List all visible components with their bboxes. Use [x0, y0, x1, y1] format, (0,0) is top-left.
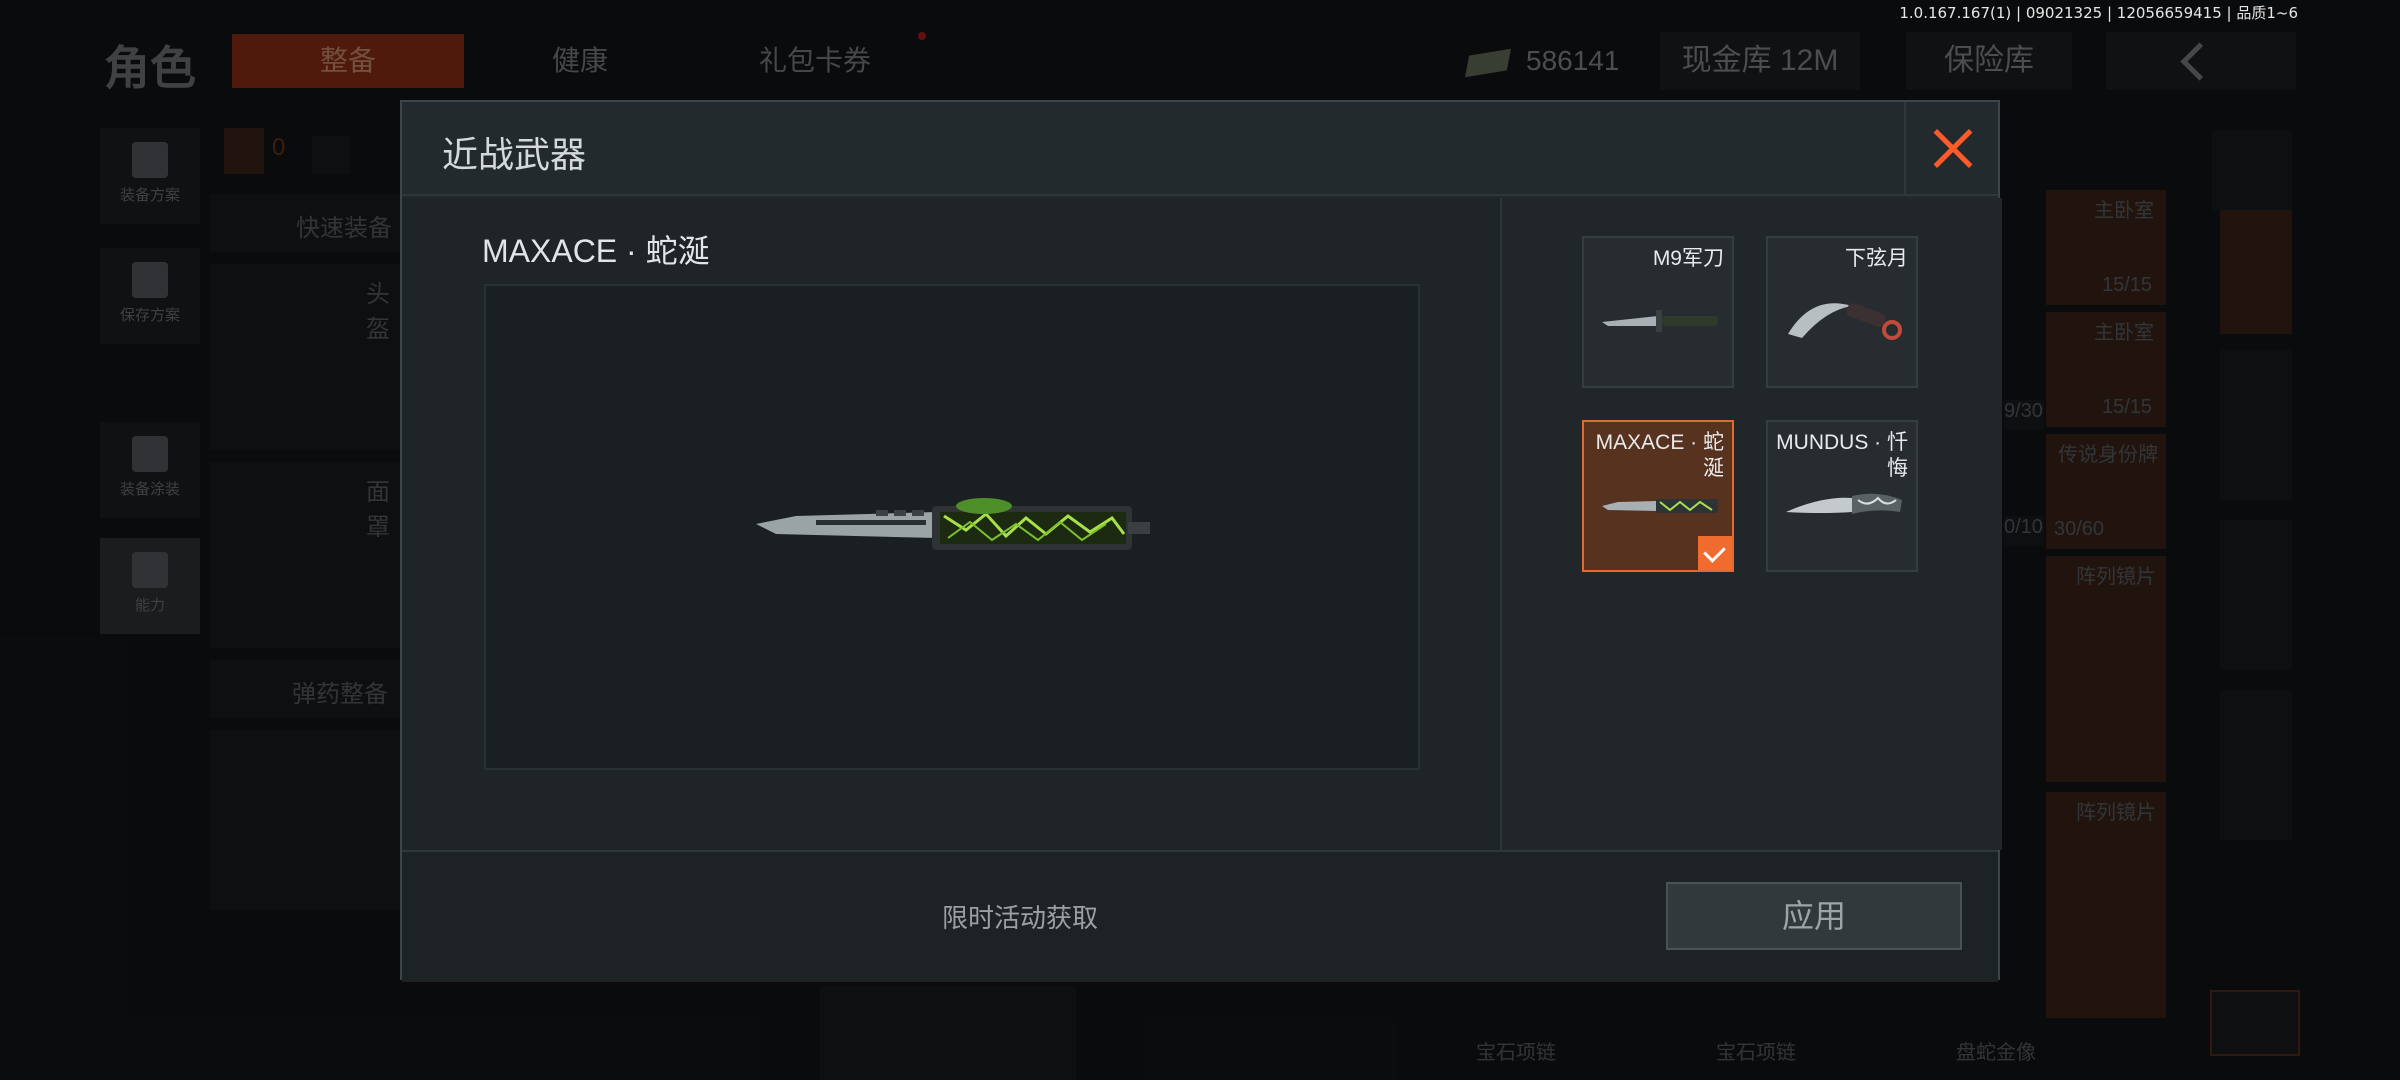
- rail-save[interactable]: 保存方案: [100, 248, 200, 344]
- item-label: 阵列镜片: [2076, 566, 2156, 588]
- currency-display: 586141: [1465, 34, 1620, 88]
- category-slot-active[interactable]: [2220, 210, 2292, 334]
- weapon-slot-mundus[interactable]: MUNDUS · 忏悔: [1766, 420, 1918, 572]
- backpack-icon: [224, 128, 264, 174]
- knife-icon: [1602, 499, 1718, 513]
- page-title: 角色: [104, 42, 196, 94]
- download-icon: [132, 262, 168, 298]
- weapon-slot-label: M9军刀: [1652, 247, 1724, 270]
- rail-label: 装备涂装: [119, 481, 180, 498]
- weapon-preview-box[interactable]: [484, 284, 1420, 770]
- selected-check-icon: [1698, 536, 1732, 570]
- category-slot[interactable]: [2220, 520, 2292, 670]
- notification-dot: [918, 32, 926, 40]
- tab-health[interactable]: 健康: [480, 34, 680, 88]
- cash-vault-button[interactable]: 现金库 12M: [1660, 32, 1860, 90]
- weapon-slot-label: 下弦月: [1845, 247, 1908, 270]
- karambit-icon: [1788, 303, 1902, 340]
- item-label: 传说身份牌: [2058, 444, 2158, 466]
- ornate-knife-icon: [1786, 493, 1902, 514]
- category-slot[interactable]: [2220, 690, 2292, 840]
- item-count: 15/15: [2102, 396, 2153, 418]
- quick-equip-label: 快速装备: [296, 215, 392, 242]
- weapon-slot-maxace[interactable]: MAXACE · 蛇涎: [1582, 420, 1734, 572]
- selected-weapon-name: MAXACE · 蛇涎: [482, 233, 710, 269]
- dialog-title: 近战武器: [442, 134, 587, 175]
- weapon-grid: M9军刀 下弦月 MAXACE · 蛇涎 MUNDUS · 忏悔: [1502, 198, 2002, 850]
- version-text: 1.0.167.167(1) | 09021325 | 12056659415 …: [1899, 4, 2298, 22]
- rail-skin[interactable]: 装备涂装: [100, 422, 200, 518]
- category-slot[interactable]: [2220, 350, 2292, 500]
- inventory-item[interactable]: 阵列镜片: [2046, 792, 2166, 1018]
- inventory-item[interactable]: 主卧室 15/15: [2046, 312, 2166, 427]
- helmet-slot[interactable]: 头盔: [210, 264, 410, 450]
- weapon-slot-label: MUNDUS · 忏悔: [1776, 431, 1908, 480]
- lightning-icon: [132, 552, 168, 588]
- ammo-equip-button[interactable]: 弹药整备: [210, 660, 410, 718]
- weapon-preview-area: MAXACE · 蛇涎: [402, 198, 1502, 850]
- ammo-slot[interactable]: [210, 730, 410, 910]
- rail-label: 保存方案: [119, 307, 180, 324]
- add-button[interactable]: [2210, 990, 2300, 1056]
- melee-slot-background[interactable]: [820, 986, 1076, 1080]
- tab-equip[interactable]: 整备: [232, 34, 464, 88]
- inventory-item[interactable]: 主卧室 15/15: [2046, 190, 2166, 305]
- ammo-equip-label: 弹药整备: [292, 681, 388, 708]
- item-label: 主卧室: [2094, 200, 2154, 222]
- top-bar: 角色 整备 健康 礼包卡券 586141 现金库 12M 保险库: [0, 28, 2400, 94]
- acquire-note: 限时活动获取: [942, 903, 1099, 933]
- insurance-vault-button[interactable]: 保险库: [1906, 32, 2072, 90]
- melee-weapon-dialog: 近战武器 MAXACE · 蛇涎 M9军刀 下弦月 MAXACE · 蛇涎 MU…: [400, 100, 2002, 982]
- item-count: 30/60: [2054, 518, 2105, 540]
- rail-label: 装备方案: [119, 187, 180, 204]
- bottom-label: 盘蛇金像: [1956, 1042, 2036, 1064]
- rail-loadout[interactable]: 装备方案: [100, 128, 200, 224]
- rail-ability[interactable]: 能力: [100, 538, 200, 634]
- bottom-label: 宝石项链: [1476, 1042, 1556, 1064]
- stack-icon[interactable]: [2212, 130, 2292, 210]
- back-button[interactable]: [2106, 32, 2296, 90]
- bayonet-icon: [1602, 310, 1718, 332]
- tab-gift-cards[interactable]: 礼包卡券: [700, 34, 930, 88]
- weapon-slot-crescent[interactable]: 下弦月: [1766, 236, 1918, 388]
- rail-label: 能力: [134, 597, 165, 614]
- weapon-slot-label: MAXACE · 蛇涎: [1595, 431, 1724, 480]
- count-text: 9/30: [2004, 400, 2044, 430]
- dialog-header: 近战武器: [402, 102, 1998, 196]
- money-icon: [1465, 48, 1511, 77]
- apply-button[interactable]: 应用: [1666, 882, 1962, 950]
- knife-preview-icon: [756, 498, 1150, 550]
- help-icon[interactable]: [312, 136, 350, 174]
- dialog-footer: 限时活动获取 应用: [402, 850, 1998, 982]
- bottom-label: 宝石项链: [1716, 1042, 1796, 1064]
- item-count: 15/15: [2102, 274, 2153, 296]
- weapon-slot-m9[interactable]: M9军刀: [1582, 236, 1734, 388]
- vest-icon: [132, 142, 168, 178]
- counter-value: 0: [272, 134, 286, 161]
- inventory-item[interactable]: 阵列镜片: [2046, 556, 2166, 782]
- mask-icon: [132, 436, 168, 472]
- count-text: 0/10: [2004, 516, 2044, 546]
- item-label: 阵列镜片: [2076, 802, 2156, 824]
- close-icon[interactable]: [1904, 102, 1998, 196]
- item-label: 主卧室: [2094, 322, 2154, 344]
- item-count: 0/10: [2004, 516, 2043, 538]
- inventory-item[interactable]: 传说身份牌 30/60: [2046, 434, 2166, 549]
- currency-amount: 586141: [1526, 45, 1620, 76]
- item-count: 9/30: [2004, 400, 2043, 422]
- quick-equip-button[interactable]: 快速装备: [210, 194, 410, 252]
- mask-slot[interactable]: 面罩: [210, 462, 410, 648]
